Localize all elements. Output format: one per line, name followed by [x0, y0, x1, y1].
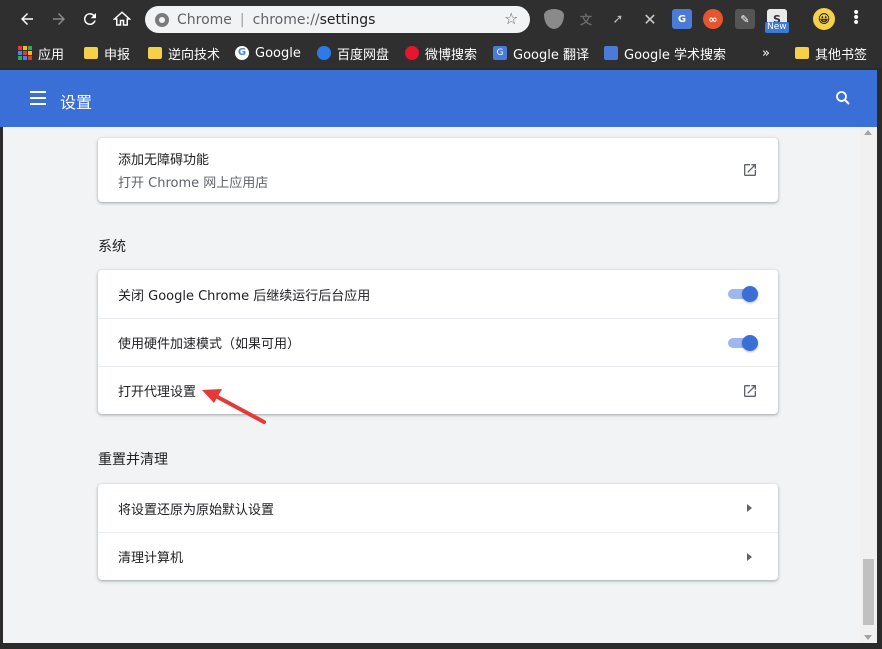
- row-label: 打开代理设置: [118, 385, 197, 400]
- row-label: 关闭 Google Chrome 后继续运行后台应用: [118, 288, 371, 304]
- back-arrow-icon: [21, 13, 33, 25]
- search-icon[interactable]: [834, 89, 852, 107]
- folder-icon: [84, 47, 98, 59]
- row-label: 清理计算机: [118, 551, 184, 566]
- bookmark-label: 百度网盘: [337, 47, 390, 63]
- bookmark-baidu-pan[interactable]: 百度网盘: [317, 45, 390, 63]
- weibo-icon: [405, 46, 419, 60]
- bookmark-label: 其他书签: [815, 47, 868, 63]
- url-scheme: chrome://: [252, 11, 320, 28]
- forward-arrow-icon: [53, 13, 65, 25]
- reload-icon: [83, 13, 96, 26]
- google-translate-icon: G: [493, 46, 507, 60]
- new-badge: New: [765, 22, 789, 33]
- bookmark-apps[interactable]: 应用: [18, 45, 65, 63]
- shield-extension-icon[interactable]: [544, 9, 564, 29]
- bookmark-label: Google 学术搜索: [624, 47, 726, 63]
- section-title-reset: 重置并清理: [98, 452, 168, 468]
- bookmark-star-icon[interactable]: ☆: [504, 11, 520, 27]
- bookmarks-bar: 应用 申报 逆向技术 G Google 百度网盘 微博搜索 G Google 翻…: [0, 38, 882, 68]
- page-title: 设置: [60, 93, 93, 112]
- bookmark-google[interactable]: G Google: [235, 45, 301, 61]
- reload-button[interactable]: [75, 4, 105, 34]
- forward-button[interactable]: [44, 4, 74, 34]
- row-label: 使用硬件加速模式（如果可用）: [118, 337, 301, 352]
- bookmarks-overflow-button[interactable]: »: [762, 45, 770, 61]
- chevron-right-icon: [747, 552, 752, 561]
- folder-icon: [795, 47, 809, 59]
- scroll-down-arrow-icon[interactable]: [864, 635, 872, 640]
- reset-card: 将设置还原为原始默认设置 清理计算机: [98, 484, 778, 580]
- menu-icon[interactable]: [30, 91, 46, 105]
- scholar-icon: [604, 46, 618, 60]
- bookmark-label: Google: [255, 45, 301, 61]
- settings-header: 设置: [0, 70, 882, 127]
- background-apps-toggle[interactable]: [726, 286, 758, 302]
- infinity-extension-icon[interactable]: ∞: [703, 9, 723, 29]
- cursor-extension-icon[interactable]: ➚: [608, 9, 628, 29]
- hardware-acceleration-row[interactable]: 使用硬件加速模式（如果可用）: [98, 318, 778, 366]
- cleanup-computer-row[interactable]: 清理计算机: [98, 532, 778, 580]
- row-label: 将设置还原为原始默认设置: [118, 502, 275, 518]
- scroll-up-arrow-icon[interactable]: [864, 130, 872, 135]
- chrome-site-icon: [155, 12, 169, 27]
- omnibox[interactable]: Chrome | chrome:// settings ☆: [145, 6, 530, 33]
- toggle-knob: [742, 286, 758, 302]
- toggle-knob: [742, 334, 758, 351]
- background-apps-row[interactable]: 关闭 Google Chrome 后继续运行后台应用: [98, 270, 778, 318]
- bookmark-label: 应用: [38, 47, 65, 63]
- baidu-pan-icon: [317, 46, 331, 60]
- bookmark-label: 微博搜索: [425, 47, 478, 63]
- bookmark-other[interactable]: 其他书签: [795, 45, 868, 63]
- add-accessibility-row[interactable]: 添加无障碍功能 打开 Chrome 网上应用店: [98, 138, 778, 202]
- back-button[interactable]: [12, 4, 42, 34]
- apps-grid-icon: [18, 46, 32, 60]
- bookmark-label: 申报: [104, 47, 131, 63]
- bookmark-label: Google 翻译: [513, 47, 589, 63]
- annotation-arrow-icon: [202, 389, 266, 424]
- omnibox-chip-label: Chrome: [177, 11, 232, 28]
- x-extension-icon[interactable]: ✕: [640, 9, 660, 29]
- restore-defaults-row[interactable]: 将设置还原为原始默认设置: [98, 484, 778, 532]
- row-primary-text: 添加无障碍功能: [118, 153, 210, 168]
- accessibility-card: 添加无障碍功能 打开 Chrome 网上应用店: [98, 138, 778, 202]
- section-title-system: 系统: [98, 239, 126, 255]
- pen-extension-icon[interactable]: ✎: [735, 9, 755, 29]
- browser-toolbar: Chrome | chrome:// settings ☆ 文 ➚ ✕ G ∞ …: [0, 0, 882, 38]
- external-link-icon: [744, 384, 756, 397]
- home-icon: [113, 11, 131, 26]
- chrome-menu-icon[interactable]: • • •: [852, 6, 860, 30]
- profile-avatar[interactable]: 😀: [813, 8, 835, 30]
- google-translate-extension-icon[interactable]: G: [672, 9, 692, 29]
- chevron-right-icon: [747, 504, 752, 512]
- window-frame-bottom: [0, 643, 882, 649]
- home-button[interactable]: [107, 4, 137, 34]
- window-frame-right: [877, 70, 882, 649]
- bookmark-folder-reverse[interactable]: 逆向技术: [148, 45, 221, 63]
- folder-icon: [148, 47, 162, 59]
- hardware-acceleration-toggle[interactable]: [726, 334, 758, 351]
- row-secondary-text: 打开 Chrome 网上应用店: [118, 176, 269, 191]
- bookmark-weibo[interactable]: 微博搜索: [405, 45, 478, 63]
- vertical-scrollbar[interactable]: [860, 127, 877, 643]
- bookmark-label: 逆向技术: [168, 47, 221, 63]
- bookmark-google-scholar[interactable]: Google 学术搜索: [604, 45, 726, 63]
- omnibox-separator: |: [239, 11, 245, 28]
- translate-extension-icon[interactable]: 文: [576, 9, 596, 29]
- bookmark-google-translate[interactable]: G Google 翻译: [493, 45, 589, 63]
- google-icon: G: [235, 46, 249, 60]
- url-path: settings: [319, 11, 376, 28]
- scrollbar-thumb[interactable]: [863, 559, 874, 625]
- external-link-icon: [744, 164, 756, 176]
- bookmark-folder-shenbao[interactable]: 申报: [84, 45, 131, 63]
